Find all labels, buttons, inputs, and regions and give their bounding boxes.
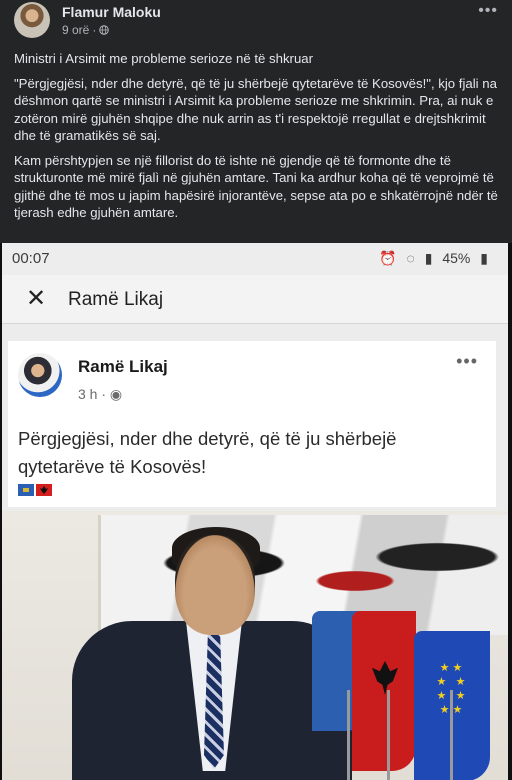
albania-flag-icon — [36, 484, 52, 496]
author-name[interactable]: Flamur Maloku — [62, 4, 161, 20]
battery-icon: ▮ — [480, 250, 488, 266]
inner-author-avatar — [18, 353, 62, 397]
post-time[interactable]: 9 orë — [62, 23, 89, 37]
inner-more-icon: ••• — [456, 351, 478, 371]
post-text: Ministri i Arsimit me probleme serioze n… — [14, 50, 500, 229]
post-photo[interactable]: 00:07 ⏰ ◌ ▮ 45% ▮ ✕ Ramë Likaj Ramë Lika… — [0, 243, 512, 780]
kosovo-flag-icon — [18, 484, 34, 496]
inner-meta-separator: · — [101, 386, 107, 402]
photo-scene: ★ ★ ★ ★ ★ ★ ★ ★ — [2, 511, 508, 780]
flag-pole — [450, 690, 453, 780]
inner-flags — [18, 484, 52, 496]
phone-screenshot: 00:07 ⏰ ◌ ▮ 45% ▮ ✕ Ramë Likaj Ramë Lika… — [2, 243, 508, 780]
meta-separator: · — [92, 23, 97, 37]
status-time: 00:07 — [12, 250, 50, 267]
inner-post-card: Ramë Likaj 3 h · ◉ ••• Përgjegjësi, nder… — [8, 341, 496, 507]
signal-icon: ▮ — [424, 250, 433, 266]
flag-pole — [347, 690, 350, 780]
alarm-icon: ⏰ — [379, 250, 397, 266]
post-header: Flamur Maloku 9 orë · ••• — [0, 0, 512, 44]
status-icons: ⏰ ◌ ▮ 45% ▮ — [373, 250, 488, 267]
post-more-button[interactable]: ••• — [478, 2, 498, 20]
author-avatar[interactable] — [14, 2, 50, 38]
search-bar: ✕ Ramë Likaj — [2, 275, 508, 324]
battery-level: 45% — [442, 250, 471, 266]
inner-post-time: 3 h — [78, 386, 98, 402]
inner-post-meta: 3 h · ◉ — [78, 386, 122, 403]
post-paragraph-3: Kam përshtypjen se një fillorist do të i… — [14, 152, 498, 221]
flag-pole — [387, 690, 390, 780]
inner-post-text: Përgjegjësi, nder dhe detyrë, që të ju s… — [18, 428, 397, 477]
wifi-icon: ◌ — [406, 250, 415, 266]
post-paragraph-1: Ministri i Arsimit me probleme serioze n… — [14, 51, 314, 66]
inner-globe-icon: ◉ — [109, 386, 123, 402]
inner-author-name: Ramë Likaj — [78, 357, 168, 376]
close-icon: ✕ — [26, 285, 47, 312]
status-bar: 00:07 ⏰ ◌ ▮ 45% ▮ — [2, 243, 508, 275]
search-title: Ramë Likaj — [68, 289, 164, 310]
post-paragraph-2: "Përgjegjësi, nder dhe detyrë, që të ju … — [14, 75, 497, 144]
wall-painting — [98, 515, 508, 635]
post-meta: 9 orë · — [62, 23, 110, 37]
globe-icon[interactable] — [99, 25, 110, 35]
man-head — [175, 535, 255, 635]
